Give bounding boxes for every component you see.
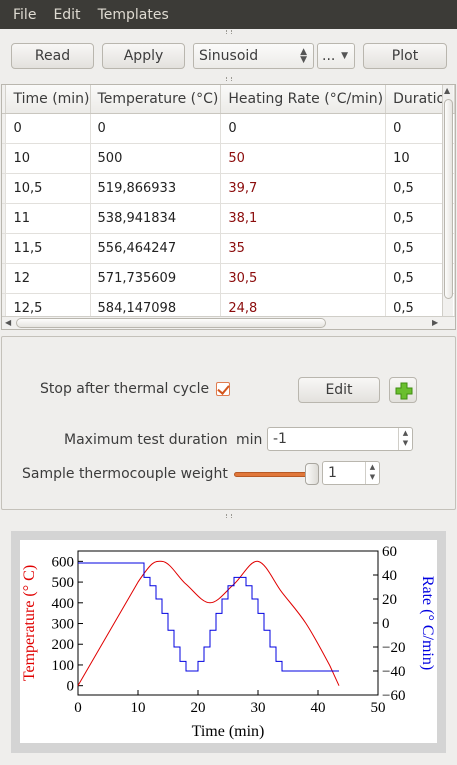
cell-heating-rate[interactable]: 50 — [220, 143, 387, 174]
y2-tick-label: −40 — [382, 664, 405, 680]
template-options-select[interactable]: ... ▼ — [317, 43, 355, 69]
y-tick-label: 600 — [52, 554, 75, 570]
cell-time[interactable]: 10,5 — [5, 173, 91, 204]
table-row[interactable]: 10 500 50 10 — [2, 143, 455, 174]
cell-time[interactable]: 10 — [5, 143, 91, 174]
menu-edit[interactable]: Edit — [45, 7, 89, 23]
splitter-handle[interactable] — [0, 513, 457, 519]
menu-file[interactable]: File — [0, 7, 45, 23]
y-tick-label: 0 — [67, 679, 75, 695]
cell-time[interactable]: 11,5 — [5, 233, 91, 264]
table-row[interactable]: 11,5 556,464247 35 0,5 — [2, 233, 455, 264]
vertical-scrollbar[interactable]: ▲ — [442, 85, 453, 317]
y2-tick-label: 60 — [382, 544, 397, 560]
tc-weight-slider-handle[interactable] — [305, 463, 319, 485]
cell-heating-rate[interactable]: 39,7 — [220, 173, 387, 204]
data-table: Time (min) Temperature (°C) Heating Rate… — [2, 85, 455, 324]
add-button[interactable] — [389, 377, 417, 403]
cell-heating-rate[interactable]: 30,5 — [220, 263, 387, 294]
table-row[interactable]: 0000 — [2, 113, 455, 144]
y-tick-label: 200 — [52, 637, 75, 653]
temperature-series-line — [77, 560, 340, 686]
x-tick-label: 20 — [191, 700, 206, 716]
settings-panel: Stop after thermal cycle Edit Maximum te… — [1, 336, 456, 510]
splitter-handle[interactable] — [0, 29, 457, 35]
x-axis-label: Time (min) — [192, 723, 265, 740]
thermal-profile-chart: 0 10 20 30 40 500100200300400500600−60−40−200… — [21, 544, 436, 740]
cell-time[interactable]: 12 — [5, 263, 91, 294]
horizontal-scroll-thumb[interactable] — [16, 318, 326, 328]
y2-tick-label: −60 — [382, 688, 405, 704]
y2-tick-label: −20 — [382, 640, 405, 656]
y2-tick-label: 0 — [382, 616, 390, 632]
splitter-handle[interactable] — [0, 76, 457, 82]
y-tick-label: 100 — [52, 658, 75, 674]
template-select[interactable]: Sinusoid ▲ ▼ — [193, 43, 314, 69]
tc-weight-slider[interactable] — [234, 472, 314, 477]
y-tick-label: 500 — [52, 575, 75, 591]
tc-weight-input[interactable]: 1 ▲ ▼ — [322, 461, 380, 485]
x-tick-label: 0 — [74, 700, 82, 716]
max-duration-unit: min — [236, 432, 263, 448]
cell-time[interactable]: 11 — [5, 203, 91, 234]
table-row[interactable]: 11 538,941834 38,1 0,5 — [2, 203, 455, 234]
cell-temperature[interactable]: 571,735609 — [90, 263, 222, 294]
cell-heating-rate[interactable]: 35 — [220, 233, 387, 264]
y2-tick-label: 20 — [382, 592, 397, 608]
scroll-left-icon[interactable]: ◀ — [5, 318, 11, 327]
cell-temperature[interactable]: 538,941834 — [90, 203, 222, 234]
template-select-value: Sinusoid — [199, 48, 259, 64]
profile-table: Time (min) Temperature (°C) Heating Rate… — [1, 84, 456, 330]
max-duration-value: -1 — [273, 431, 287, 447]
updown-arrows-icon: ▲ ▼ — [300, 47, 307, 65]
column-header-temperature[interactable]: Temperature (°C) — [90, 85, 222, 114]
table-row[interactable]: 12 571,735609 30,5 0,5 — [2, 263, 455, 294]
toolbar: Read Apply Sinusoid ▲ ▼ ... ▼ Plot — [11, 43, 447, 69]
tc-weight-label: Sample thermocouple weight — [22, 466, 228, 482]
cell-heating-rate[interactable]: 0 — [220, 113, 387, 144]
cell-temperature[interactable]: 556,464247 — [90, 233, 222, 264]
plot-button[interactable]: Plot — [363, 43, 447, 69]
scroll-right-icon[interactable]: ▶ — [432, 318, 438, 327]
menu-templates[interactable]: Templates — [90, 7, 178, 23]
cell-temperature[interactable]: 0 — [90, 113, 222, 144]
horizontal-scrollbar[interactable]: ◀ ▶ — [2, 316, 455, 329]
max-duration-label: Maximum test duration — [64, 432, 228, 448]
cell-heating-rate[interactable]: 38,1 — [220, 203, 387, 234]
cell-temperature[interactable]: 500 — [90, 143, 222, 174]
template-options-value: ... — [322, 48, 336, 64]
x-tick-label: 10 — [131, 700, 146, 716]
y2-tick-label: 40 — [382, 568, 397, 584]
spin-arrows-icon[interactable]: ▲ ▼ — [365, 462, 379, 484]
edit-button[interactable]: Edit — [298, 377, 380, 403]
plot-frame: 0 10 20 30 40 50 0 100 200 300 400 500 600 −60 −40 −20 0… — [11, 531, 446, 753]
stop-after-cycle-checkbox[interactable] — [216, 382, 230, 396]
y-tick-label: 400 — [52, 596, 75, 612]
y-axis-label: Temperature (° C) — [21, 565, 38, 681]
table-header-row: Time (min) Temperature (°C) Heating Rate… — [2, 85, 455, 114]
chevron-down-icon: ▼ — [341, 51, 348, 61]
scroll-up-icon[interactable]: ▲ — [444, 86, 450, 95]
table-row[interactable]: 10,5 519,866933 39,7 0,5 — [2, 173, 455, 204]
cell-time[interactable]: 0 — [5, 113, 91, 144]
apply-button[interactable]: Apply — [102, 43, 185, 69]
column-header-heating-rate[interactable]: Heating Rate (°C/min) — [220, 85, 387, 114]
menu-bar: File Edit Templates — [0, 0, 457, 29]
stop-after-cycle-label: Stop after thermal cycle — [40, 381, 210, 397]
column-header-time[interactable]: Time (min) — [5, 85, 91, 114]
cell-temperature[interactable]: 519,866933 — [90, 173, 222, 204]
x-tick-label: 30 — [251, 700, 266, 716]
tc-weight-value: 1 — [328, 465, 337, 481]
x-tick-label: 40 — [311, 700, 326, 716]
read-button[interactable]: Read — [11, 43, 94, 69]
spin-arrows-icon[interactable]: ▲ ▼ — [398, 428, 412, 450]
vertical-scroll-thumb[interactable] — [444, 99, 453, 299]
plus-icon — [395, 382, 413, 400]
rate-series-line — [78, 562, 339, 672]
y2-axis-label: Rate (° C/min) — [419, 576, 436, 670]
max-duration-input[interactable]: -1 ▲ ▼ — [267, 427, 413, 451]
y-tick-label: 300 — [52, 617, 75, 633]
plot-canvas: 0 10 20 30 40 50 0 100 200 300 400 500 600 −60 −40 −20 0… — [20, 540, 437, 743]
